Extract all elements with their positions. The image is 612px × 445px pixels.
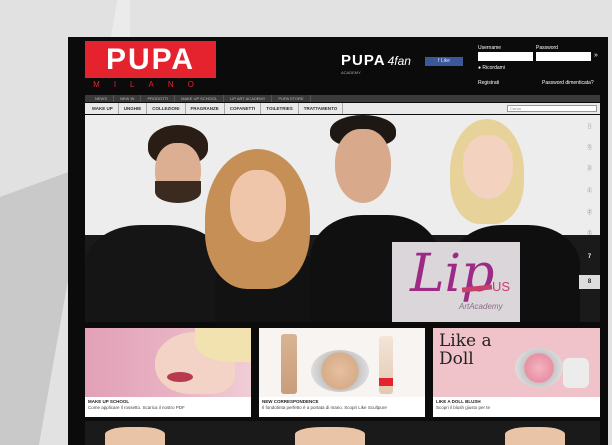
site-header: PUPA MILANO PUPA 4fan ACADEMY f Like User… [68, 37, 608, 95]
brand2-script: 4fan [387, 54, 411, 68]
pupa-4fan-logo[interactable]: PUPA 4fan [341, 52, 411, 69]
slide-number[interactable]: 4 [579, 188, 600, 194]
login-form: Username Password » ● Ricordami Registra… [478, 45, 602, 89]
promo-suffix: US [492, 279, 511, 294]
card-title: MAKE UP SCHOOL [88, 399, 130, 404]
card-subtitle: Come applicare il rossetto. Scarica il n… [88, 405, 185, 410]
forgot-password-link[interactable]: Password dimenticata? [542, 80, 594, 86]
main-nav-item-trattamento[interactable]: TRATTAMENTO [299, 103, 344, 114]
product-compact-icon [311, 350, 369, 392]
product-bottle-icon [281, 334, 297, 394]
promo-script: Lip [410, 244, 495, 304]
hero-banner[interactable]: Lip US ArtAcademy 1 2 3 4 5 6 7 8 [85, 115, 600, 322]
username-label: Username [478, 45, 502, 51]
top-nav-item[interactable]: PUPA STORE [272, 95, 311, 102]
main-nav-item-unghie[interactable]: UNGHIE [119, 103, 148, 114]
slide-number[interactable]: 5 [579, 210, 600, 216]
product-blush-jar-icon [563, 358, 589, 388]
card-title: NEW CORRESPONDENCE [262, 399, 319, 404]
card-caption: LIKE A DOLL BLUSH Scopri il blush giusto… [433, 397, 600, 417]
brand2-sub: ACADEMY [341, 70, 361, 75]
top-nav-item[interactable]: PRODOTTI [141, 95, 176, 102]
slide-number[interactable]: 7 [579, 254, 600, 260]
slide-number[interactable]: 3 [579, 166, 600, 172]
card-title: LIKE A DOLL BLUSH [436, 399, 481, 404]
brand2-text: PUPA [341, 52, 386, 69]
facebook-like-button[interactable]: f Like [425, 57, 463, 66]
thumbnail-hands [105, 427, 165, 445]
top-nav-item[interactable]: MAKE UP SCHOOL [175, 95, 225, 102]
lip-art-academy-promo[interactable]: Lip US ArtAcademy [392, 242, 520, 322]
top-nav-item[interactable]: NEW IN [114, 95, 142, 102]
main-nav-item-toiletries[interactable]: TOILETRIES [261, 103, 299, 114]
password-field[interactable] [536, 52, 591, 61]
top-nav-item[interactable]: LIP ART ACADEMY [224, 95, 273, 102]
bottom-thumbnails [85, 421, 600, 445]
top-nav-item[interactable]: NEWS [89, 95, 114, 102]
main-nav-item-collezioni[interactable]: COLLEZIONI [147, 103, 186, 114]
card-subtitle: Scopri il blush giusto per te [436, 405, 491, 410]
card-new-correspondence[interactable]: NEW CORRESPONDENCE Il fondotinta perfett… [259, 328, 425, 417]
slide-number-active[interactable]: 8 [579, 275, 600, 289]
main-nav-item-fragranze[interactable]: FRAGRANZE [186, 103, 225, 114]
login-submit-button[interactable]: » [594, 52, 598, 59]
main-nav-item-makeup[interactable]: MAKE UP [87, 103, 119, 114]
thumbnail-hands [505, 427, 565, 445]
pupa-logo[interactable]: PUPA [85, 41, 216, 78]
remember-me-toggle[interactable]: ● Ricordami [478, 65, 505, 71]
thumbnail-hands [295, 427, 365, 445]
card-image-lips [167, 372, 193, 382]
slide-number[interactable]: 1 [579, 124, 600, 130]
product-tube-cap-icon [379, 378, 393, 386]
card-caption: NEW CORRESPONDENCE Il fondotinta perfett… [259, 397, 425, 417]
pupa-logo-sub: MILANO [93, 80, 208, 89]
product-blush-compact-icon [515, 348, 563, 388]
slide-pager: 1 2 3 4 5 6 7 8 [579, 115, 600, 322]
top-nav: NEWS NEW IN PRODOTTI MAKE UP SCHOOL LIP … [85, 95, 600, 102]
password-label: Password [536, 45, 558, 51]
card-like-a-doll[interactable]: Like a Doll LIKE A DOLL BLUSH Scopri il … [433, 328, 600, 417]
username-field[interactable] [478, 52, 533, 61]
main-nav-item-cofanetti[interactable]: COFANETTI [225, 103, 262, 114]
register-link[interactable]: Registrati [478, 80, 499, 86]
card-make-up-school[interactable]: MAKE UP SCHOOL Come applicare il rossett… [85, 328, 251, 417]
slide-number[interactable]: 2 [579, 145, 600, 151]
card-caption: MAKE UP SCHOOL Come applicare il rossett… [85, 397, 251, 417]
slide-number[interactable]: 6 [579, 231, 600, 237]
search-input[interactable]: Cerca [507, 105, 597, 112]
promo-subtitle: ArtAcademy [459, 302, 503, 311]
card-headline: Like a Doll [439, 331, 492, 369]
card-subtitle: Il fondotinta perfetto è a portata di ma… [262, 405, 387, 410]
screen: PUPA MILANO PUPA 4fan ACADEMY f Like User… [68, 37, 608, 445]
